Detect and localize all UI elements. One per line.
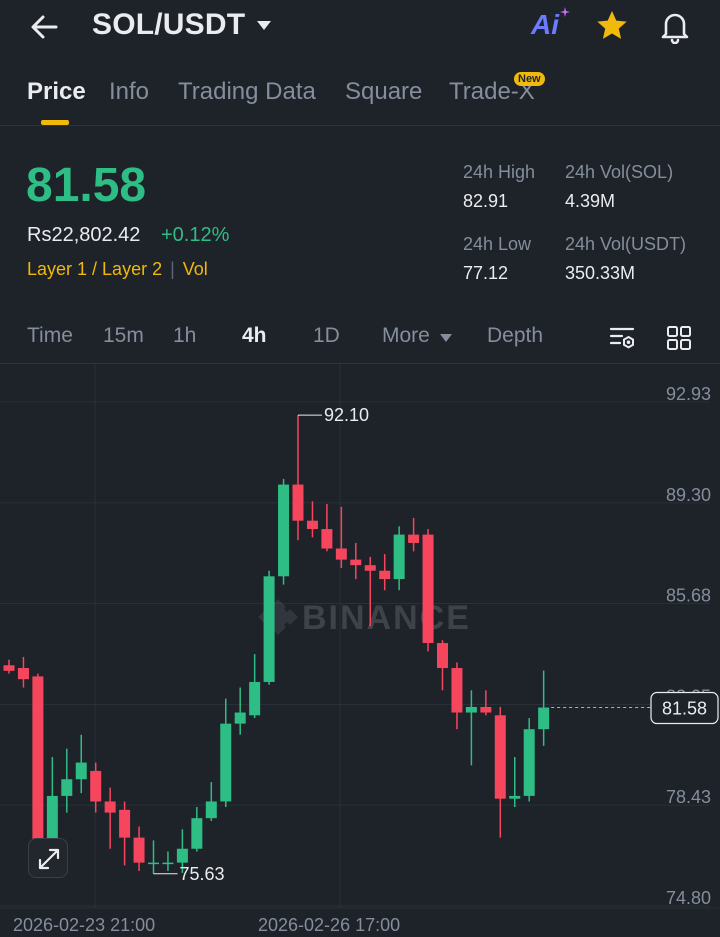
candle-body [263, 576, 275, 682]
tag-separator: | [170, 259, 175, 279]
candle-body [32, 676, 44, 846]
candle-body [335, 548, 347, 560]
candle-body [133, 837, 145, 863]
y-tick-label: 74.80 [666, 888, 711, 908]
y-tick-label: 89.30 [666, 485, 711, 505]
candle-body [494, 715, 506, 799]
candle-body [220, 723, 232, 802]
stat-vol-base-label: 24h Vol(SOL) [565, 162, 674, 182]
expand-chart-button[interactable] [28, 838, 68, 878]
pair-selector[interactable]: SOL/USDT [92, 8, 245, 42]
candle-body [538, 707, 550, 730]
star-icon[interactable] [594, 8, 630, 44]
watermark-text: BINANCE [302, 599, 471, 637]
expand-icon [38, 848, 60, 870]
candle-body [523, 729, 535, 796]
candle-body [249, 681, 261, 716]
candle-body [451, 668, 463, 713]
interval-depth[interactable]: Depth [487, 324, 543, 348]
more-caret-icon[interactable] [440, 334, 452, 342]
last-price-tag: 81.58 [662, 699, 707, 719]
tab-price[interactable]: Price [27, 78, 86, 106]
y-tick-label: 92.93 [666, 384, 711, 404]
top-bar: SOL/USDT Ai [0, 0, 720, 56]
candle-body [509, 795, 521, 799]
candle-body [364, 565, 376, 571]
stat-vol-quote-value: 350.33M [565, 263, 636, 283]
interval-1d[interactable]: 1D [313, 324, 340, 348]
new-badge: New [514, 72, 545, 86]
y-tick-label: 85.68 [666, 586, 711, 606]
binance-watermark: BINANCE [258, 599, 471, 637]
max-price-label: 92.10 [324, 405, 369, 425]
min-price-label: 75.63 [180, 864, 225, 884]
tab-square[interactable]: Square [345, 78, 422, 106]
candle-body [104, 801, 116, 813]
active-tab-indicator [41, 120, 69, 125]
candle-body [17, 668, 29, 680]
candle-body [321, 529, 333, 549]
candle-body [306, 520, 318, 530]
bell-icon[interactable] [657, 8, 693, 44]
chart-grid: 92.9389.3085.6882.0578.4374.802026-02-23… [0, 364, 720, 935]
candle-body [234, 712, 246, 724]
interval-15m[interactable]: 15m [103, 324, 144, 348]
y-tick-label: 78.43 [666, 787, 711, 807]
chart-annotations: 92.10 75.63 81.58 [153, 405, 719, 884]
candle-body [393, 534, 405, 580]
candle-body [205, 801, 217, 819]
candle-body [75, 762, 87, 780]
candle-body [408, 534, 420, 543]
sparkle-icon [560, 7, 570, 17]
candle-body [191, 818, 203, 849]
candle-body [90, 770, 102, 802]
candle-body [148, 862, 159, 865]
interval-1h[interactable]: 1h [173, 324, 196, 348]
tab-trading-data[interactable]: Trading Data [178, 78, 316, 106]
candle-body [292, 484, 304, 521]
candle-body [3, 665, 15, 671]
stat-high-label: 24h High [463, 162, 536, 182]
caret-down-icon[interactable] [254, 18, 274, 32]
candle-body [61, 779, 73, 796]
last-price: 81.58 [26, 159, 147, 212]
candle-body [480, 706, 492, 713]
chart-settings-icon[interactable] [608, 324, 636, 352]
tag-layer[interactable]: Layer 1 / Layer 2 [27, 259, 162, 279]
ai-assistant-button[interactable]: Ai [531, 9, 559, 41]
category-tags: Layer 1 / Layer 2 | Vol [27, 259, 208, 280]
interval-more[interactable]: More [382, 324, 430, 348]
x-tick-label: 2026-02-26 17:00 [258, 915, 400, 935]
candle-body [162, 862, 174, 865]
interval-bar: Time 15m 1h 4h 1D More Depth [0, 318, 720, 364]
x-tick-label: 2026-02-23 21:00 [13, 915, 155, 935]
candle-body [379, 570, 391, 580]
candle-body [278, 484, 290, 577]
candle-body [350, 559, 362, 566]
candle-body [465, 706, 477, 713]
stat-low-label: 24h Low [463, 234, 532, 254]
grid-layout-icon[interactable] [665, 324, 693, 352]
back-arrow-icon[interactable] [28, 10, 62, 44]
interval-time[interactable]: Time [27, 324, 73, 348]
candle-body [119, 809, 131, 838]
stat-low-value: 77.12 [463, 263, 509, 283]
price-change: +0.12% [161, 224, 230, 246]
candle-body [437, 643, 448, 669]
interval-4h[interactable]: 4h [242, 324, 267, 348]
stat-high-value: 82.91 [463, 191, 509, 211]
candle-body [422, 534, 434, 644]
stat-vol-base-value: 4.39M [565, 191, 616, 211]
candle-body [176, 848, 188, 863]
candlestick-chart[interactable]: 92.9389.3085.6882.0578.4374.802026-02-23… [0, 364, 720, 937]
tag-vol[interactable]: Vol [183, 259, 208, 279]
tab-info[interactable]: Info [109, 78, 149, 106]
fiat-price: Rs22,802.42 [27, 224, 141, 246]
main-tabs: Price Info Trading Data Square Trade-X N… [0, 72, 720, 126]
stat-vol-quote-label: 24h Vol(USDT) [565, 234, 687, 254]
